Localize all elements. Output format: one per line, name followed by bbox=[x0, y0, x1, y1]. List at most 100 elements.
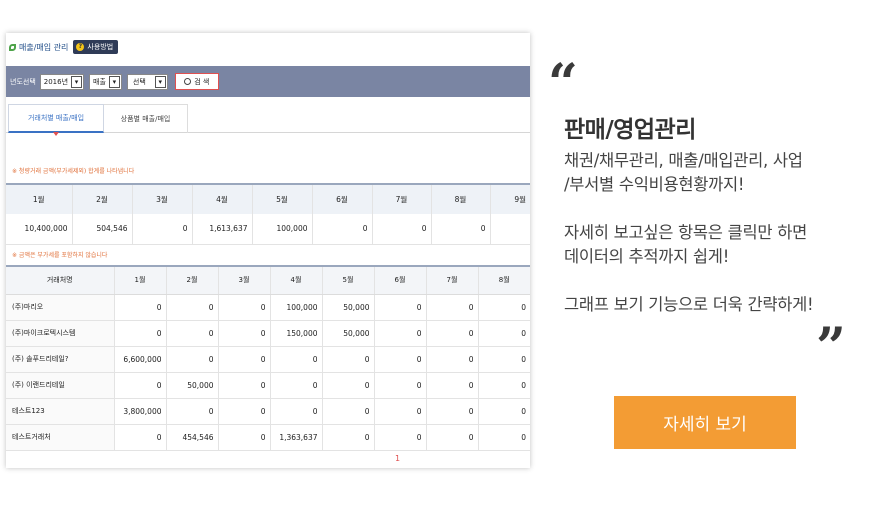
view-details-button[interactable]: 자세히 보기 bbox=[614, 396, 796, 449]
summary-header: 2월 bbox=[71, 183, 132, 214]
amount-cell: 0 bbox=[373, 372, 426, 399]
detail-header: 거래처명 bbox=[6, 265, 114, 295]
search-button[interactable]: 검 색 bbox=[174, 73, 219, 90]
detail-header-row: 거래처명 1월 2월 3월 4월 5월 6월 7월 8월 bbox=[6, 265, 530, 295]
amount-cell: 0 bbox=[477, 346, 530, 373]
amount-cell: 0 bbox=[425, 398, 478, 425]
amount-cell: 454,546 bbox=[165, 424, 218, 451]
amount-cell: 0 bbox=[217, 320, 270, 347]
amount-cell: 0 bbox=[477, 398, 530, 425]
amount-cell: 0 bbox=[269, 372, 322, 399]
customer-name-cell: (주)마리오 bbox=[6, 294, 114, 321]
table-row[interactable]: 테스트거래처 0 454,546 0 1,363,637 0 0 0 0 bbox=[6, 424, 530, 451]
tab-product[interactable]: 상품별 매출/매입 bbox=[104, 104, 188, 133]
amount-cell: 50,000 bbox=[321, 320, 374, 347]
summary-cell: 1,613,637 bbox=[191, 214, 252, 245]
amount-cell: 0 bbox=[373, 398, 426, 425]
year-label: 년도선택 bbox=[10, 77, 36, 86]
amount-cell: 0 bbox=[165, 346, 218, 373]
amount-cell: 0 bbox=[477, 372, 530, 399]
help-button[interactable]: ? 사용방법 bbox=[73, 40, 119, 54]
amount-cell: 0 bbox=[373, 424, 426, 451]
amount-cell: 150,000 bbox=[269, 320, 322, 347]
promo-desc-1: 채권/채무관리, 매출/매입관리, 사업 /부서별 수익비용현황까지! bbox=[564, 149, 803, 197]
amount-cell: 0 bbox=[425, 320, 478, 347]
detail-note: ※ 금액은 부가세를 포함하지 않습니다 bbox=[12, 252, 108, 259]
chevron-down-icon: ▾ bbox=[71, 75, 83, 88]
table-row[interactable]: (주)마이크로텍시스템 0 0 0 150,000 50,000 0 0 0 bbox=[6, 320, 530, 347]
option-select[interactable]: 선택 ▾ bbox=[126, 73, 168, 90]
amount-cell: 0 bbox=[165, 320, 218, 347]
summary-cell: 0 bbox=[131, 214, 192, 245]
detail-header: 2월 bbox=[165, 265, 218, 295]
screen-title-row: 매출/매입 관리 ? 사용방법 bbox=[6, 39, 119, 55]
amount-cell: 0 bbox=[217, 424, 270, 451]
leaf-icon bbox=[9, 43, 16, 51]
question-icon: ? bbox=[76, 43, 85, 51]
amount-cell: 0 bbox=[321, 346, 374, 373]
customer-name-cell: 테스트123 bbox=[6, 398, 114, 425]
chevron-down-icon: ▾ bbox=[154, 75, 166, 88]
amount-cell: 0 bbox=[113, 424, 166, 451]
amount-cell: 0 bbox=[425, 346, 478, 373]
customer-name-cell: (주) 이랜드리테일 bbox=[6, 372, 114, 399]
amount-cell: 0 bbox=[269, 346, 322, 373]
summary-table: 1월 2월 3월 4월 5월 6월 7월 8월 9월 10,400,000 50… bbox=[6, 183, 530, 245]
amount-cell: 0 bbox=[217, 398, 270, 425]
amount-cell: 0 bbox=[321, 372, 374, 399]
amount-cell: 0 bbox=[165, 294, 218, 321]
page-number[interactable]: 1 bbox=[395, 454, 400, 463]
type-select-value: 매출 bbox=[93, 77, 106, 86]
amount-cell: 1,363,637 bbox=[269, 424, 322, 451]
summary-header: 6월 bbox=[311, 183, 372, 214]
detail-header: 4월 bbox=[269, 265, 322, 295]
year-select[interactable]: 2016년 ▾ bbox=[39, 73, 85, 90]
tab-customer[interactable]: 거래처별 매출/매입 bbox=[8, 104, 104, 136]
summary-cell: 504,546 bbox=[71, 214, 132, 245]
filter-toolbar: 년도선택 2016년 ▾ 매출 ▾ 선택 ▾ 검 색 bbox=[6, 66, 530, 97]
table-row[interactable]: (주)마리오 0 0 0 100,000 50,000 0 0 0 bbox=[6, 294, 530, 321]
promo-desc-line: 자세히 보고싶은 항목은 클릭만 하면 bbox=[564, 223, 807, 242]
amount-cell: 0 bbox=[113, 372, 166, 399]
amount-cell: 0 bbox=[217, 346, 270, 373]
summary-cell bbox=[489, 214, 530, 245]
search-button-label: 검 색 bbox=[194, 77, 210, 86]
summary-header: 3월 bbox=[131, 183, 192, 214]
summary-header: 7월 bbox=[371, 183, 431, 214]
screen-title: 매출/매입 관리 bbox=[19, 42, 69, 52]
summary-note: ※ 청량거래 금액(부가세제외) 합계를 나타냅니다 bbox=[12, 168, 135, 175]
promo-desc-line: 채권/채무관리, 매출/매입관리, 사업 bbox=[564, 151, 803, 170]
detail-header: 6월 bbox=[373, 265, 426, 295]
summary-cell: 0 bbox=[311, 214, 372, 245]
promo-heading: 판매/영업관리 bbox=[564, 117, 696, 143]
amount-cell: 3,800,000 bbox=[113, 398, 166, 425]
table-row[interactable]: (주) 솔푸드리테일? 6,600,000 0 0 0 0 0 0 0 bbox=[6, 346, 530, 373]
amount-cell: 0 bbox=[217, 372, 270, 399]
screenshot-panel: 매출/매입 관리 ? 사용방법 년도선택 2016년 ▾ 매출 ▾ 선택 ▾ 검… bbox=[6, 33, 530, 468]
amount-cell: 0 bbox=[477, 294, 530, 321]
customer-name-cell: (주) 솔푸드리테일? bbox=[6, 346, 114, 373]
search-icon bbox=[184, 78, 192, 85]
table-row[interactable]: 테스트123 3,800,000 0 0 0 0 0 0 0 bbox=[6, 398, 530, 425]
amount-cell: 6,600,000 bbox=[113, 346, 166, 373]
promo-desc-line: 그래프 보기 기능으로 더욱 간략하게! bbox=[564, 295, 814, 314]
amount-cell: 0 bbox=[113, 320, 166, 347]
table-row[interactable]: (주) 이랜드리테일 0 50,000 0 0 0 0 0 0 bbox=[6, 372, 530, 399]
amount-cell: 0 bbox=[477, 424, 530, 451]
detail-header: 7월 bbox=[425, 265, 478, 295]
summary-header: 4월 bbox=[191, 183, 252, 214]
customer-name-cell: 테스트거래처 bbox=[6, 424, 114, 451]
summary-value-row: 10,400,000 504,546 0 1,613,637 100,000 0… bbox=[6, 214, 530, 245]
amount-cell: 0 bbox=[477, 320, 530, 347]
promo-desc-2: 자세히 보고싶은 항목은 클릭만 하면 데이터의 추적까지 쉽게! bbox=[564, 221, 807, 269]
chevron-down-icon: ▾ bbox=[108, 75, 120, 88]
summary-cell: 0 bbox=[430, 214, 490, 245]
detail-header: 1월 bbox=[113, 265, 166, 295]
promo-desc-line: 데이터의 추적까지 쉽게! bbox=[564, 247, 730, 266]
amount-cell: 0 bbox=[217, 294, 270, 321]
open-quote-icon: “ bbox=[548, 53, 578, 114]
summary-header: 9월 bbox=[489, 183, 530, 214]
type-select[interactable]: 매출 ▾ bbox=[89, 73, 122, 90]
option-select-value: 선택 bbox=[132, 77, 146, 86]
summary-header: 8월 bbox=[430, 183, 490, 214]
